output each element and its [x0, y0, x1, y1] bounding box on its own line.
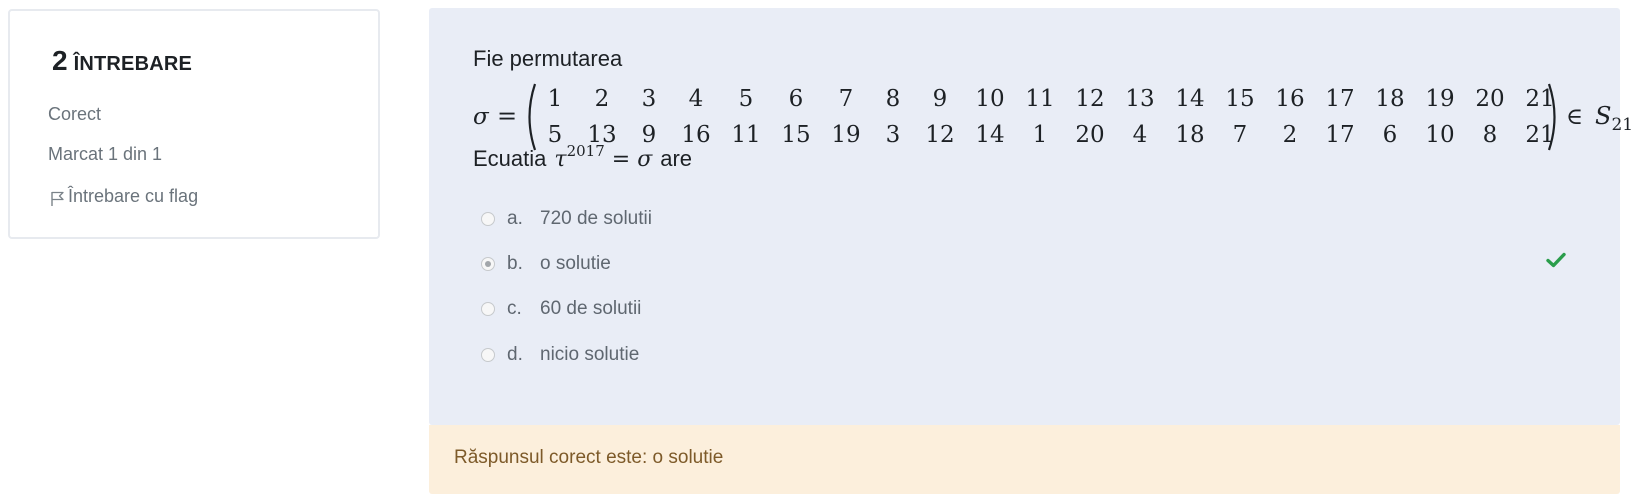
permutation-bottom-cell: 1 — [1032, 122, 1048, 148]
tau-exponent: 2017 — [566, 142, 605, 160]
question-grade: Marcat 1 din 1 — [48, 144, 163, 164]
permutation-bottom-cell: 16 — [681, 122, 711, 148]
permutation-bottom-cell: 12 — [925, 122, 955, 148]
permutation-top-cell: 8 — [885, 86, 901, 112]
permutation-top-cell: 4 — [688, 86, 704, 112]
answer-letter-a: a. — [507, 208, 523, 229]
answer-letter-b: b. — [507, 253, 523, 274]
answer-letter-c: c. — [507, 298, 522, 319]
set-subscript: 21 — [1611, 114, 1634, 135]
equation-suffix: are — [660, 146, 693, 171]
permutation-bottom-cell: 15 — [781, 122, 811, 148]
permutation-top-cell: 20 — [1475, 86, 1505, 112]
permutation-bottom-cell: 4 — [1132, 122, 1148, 148]
permutation-top-cell: 6 — [788, 86, 804, 112]
answer-radio-b[interactable] — [481, 257, 495, 271]
element-of-symbol: ∈ — [1566, 104, 1584, 130]
answer-option-c[interactable]: c. 60 de solutii — [481, 296, 641, 322]
permutation-top-cell: 7 — [838, 86, 854, 112]
permutation-top-cell: 1 — [547, 86, 563, 112]
permutation-top-cell: 2 — [594, 86, 610, 112]
answer-radio-d[interactable] — [481, 348, 495, 362]
permutation-top-cell: 10 — [975, 86, 1005, 112]
permutation-bottom-cell: 3 — [885, 122, 901, 148]
question-number: 2 ÎNTREBARE — [52, 45, 192, 77]
permutation-top-cell: 14 — [1175, 86, 1205, 112]
permutation-bottom-cell: 20 — [1075, 122, 1105, 148]
permutation-top-cell: 15 — [1225, 86, 1255, 112]
permutation-top-cell: 3 — [641, 86, 657, 112]
equation-equals: = — [611, 147, 631, 172]
permutation-top-cell: 9 — [932, 86, 948, 112]
answer-option-b[interactable]: b. o solutie — [481, 251, 611, 277]
permutation-bottom-cell: 18 — [1175, 122, 1205, 148]
permutation-bottom-cell: 17 — [1325, 122, 1355, 148]
equation-sigma: σ — [637, 147, 653, 172]
question-formulation: Fie permutarea σ = ∈ S21. 15213394165116… — [429, 8, 1635, 425]
permutation-top-cell: 16 — [1275, 86, 1305, 112]
permutation-bottom-cell: 2 — [1282, 122, 1298, 148]
permutation-bottom-cell: 11 — [731, 122, 761, 148]
permutation-bottom-cell: 6 — [1382, 122, 1398, 148]
permutation-bottom-cell: 7 — [1232, 122, 1248, 148]
permutation-bottom-cell: 9 — [641, 122, 657, 148]
permutation-top-cell: 21 — [1525, 86, 1555, 112]
permutation-bottom-cell: 19 — [831, 122, 861, 148]
question-info-panel: 2 ÎNTREBARE Corect Marcat 1 din 1 Întreb… — [8, 9, 380, 239]
answer-option-d[interactable]: d. nicio solutie — [481, 342, 639, 368]
permutation-top-cell: 18 — [1375, 86, 1405, 112]
answer-option-a[interactable]: a. 720 de solutii — [481, 206, 652, 232]
symmetric-group: S21. — [1595, 102, 1635, 135]
permutation-definition: σ = ∈ S21. 15213394165116157198391210141… — [473, 82, 1635, 154]
permutation-bottom-cell: 14 — [975, 122, 1005, 148]
permutation-top-cell: 5 — [738, 86, 754, 112]
permutation-bottom-cell: 10 — [1425, 122, 1455, 148]
equation-prefix: Ecuatia — [473, 146, 547, 171]
permutation-bottom-cell: 8 — [1482, 122, 1498, 148]
answer-letter-d: d. — [507, 344, 523, 365]
permutation-bottom-cell: 21 — [1525, 122, 1555, 148]
question-intro: Fie permutarea — [473, 46, 623, 71]
equals-sign: = — [497, 102, 518, 130]
permutation-top-cell: 11 — [1025, 86, 1055, 112]
flag-label: Întrebare cu flag — [68, 185, 199, 206]
permutation-top-cell: 12 — [1075, 86, 1105, 112]
sigma-symbol: σ — [473, 104, 489, 130]
tau-symbol: τ — [554, 147, 567, 172]
flag-question-toggle[interactable]: Întrebare cu flag — [48, 185, 198, 207]
question-number-value: 2 — [52, 45, 68, 76]
equation-math: τ2017 = σ — [554, 142, 653, 172]
correct-answer-feedback: Răspunsul corect este: o solutie — [429, 425, 1620, 494]
flag-icon — [51, 191, 64, 206]
answer-text-d: nicio solutie — [540, 344, 640, 365]
correct-answer-text: Răspunsul corect este: o solutie — [454, 447, 724, 468]
check-icon — [1546, 252, 1566, 268]
question-state: Corect — [48, 104, 102, 124]
permutation-top-cell: 19 — [1425, 86, 1455, 112]
answer-text-c: 60 de solutii — [540, 298, 642, 319]
equation-line: Ecuatia τ2017 = σ are — [473, 142, 693, 172]
permutation-top-cell: 17 — [1325, 86, 1355, 112]
answer-radio-a[interactable] — [481, 212, 495, 226]
answer-text-a: 720 de solutii — [540, 208, 652, 229]
answer-text-b: o solutie — [540, 253, 611, 274]
set-symbol: S — [1595, 102, 1612, 130]
answer-radio-c[interactable] — [481, 302, 495, 316]
question-number-label: ÎNTREBARE — [73, 53, 193, 75]
permutation-top-cell: 13 — [1125, 86, 1155, 112]
